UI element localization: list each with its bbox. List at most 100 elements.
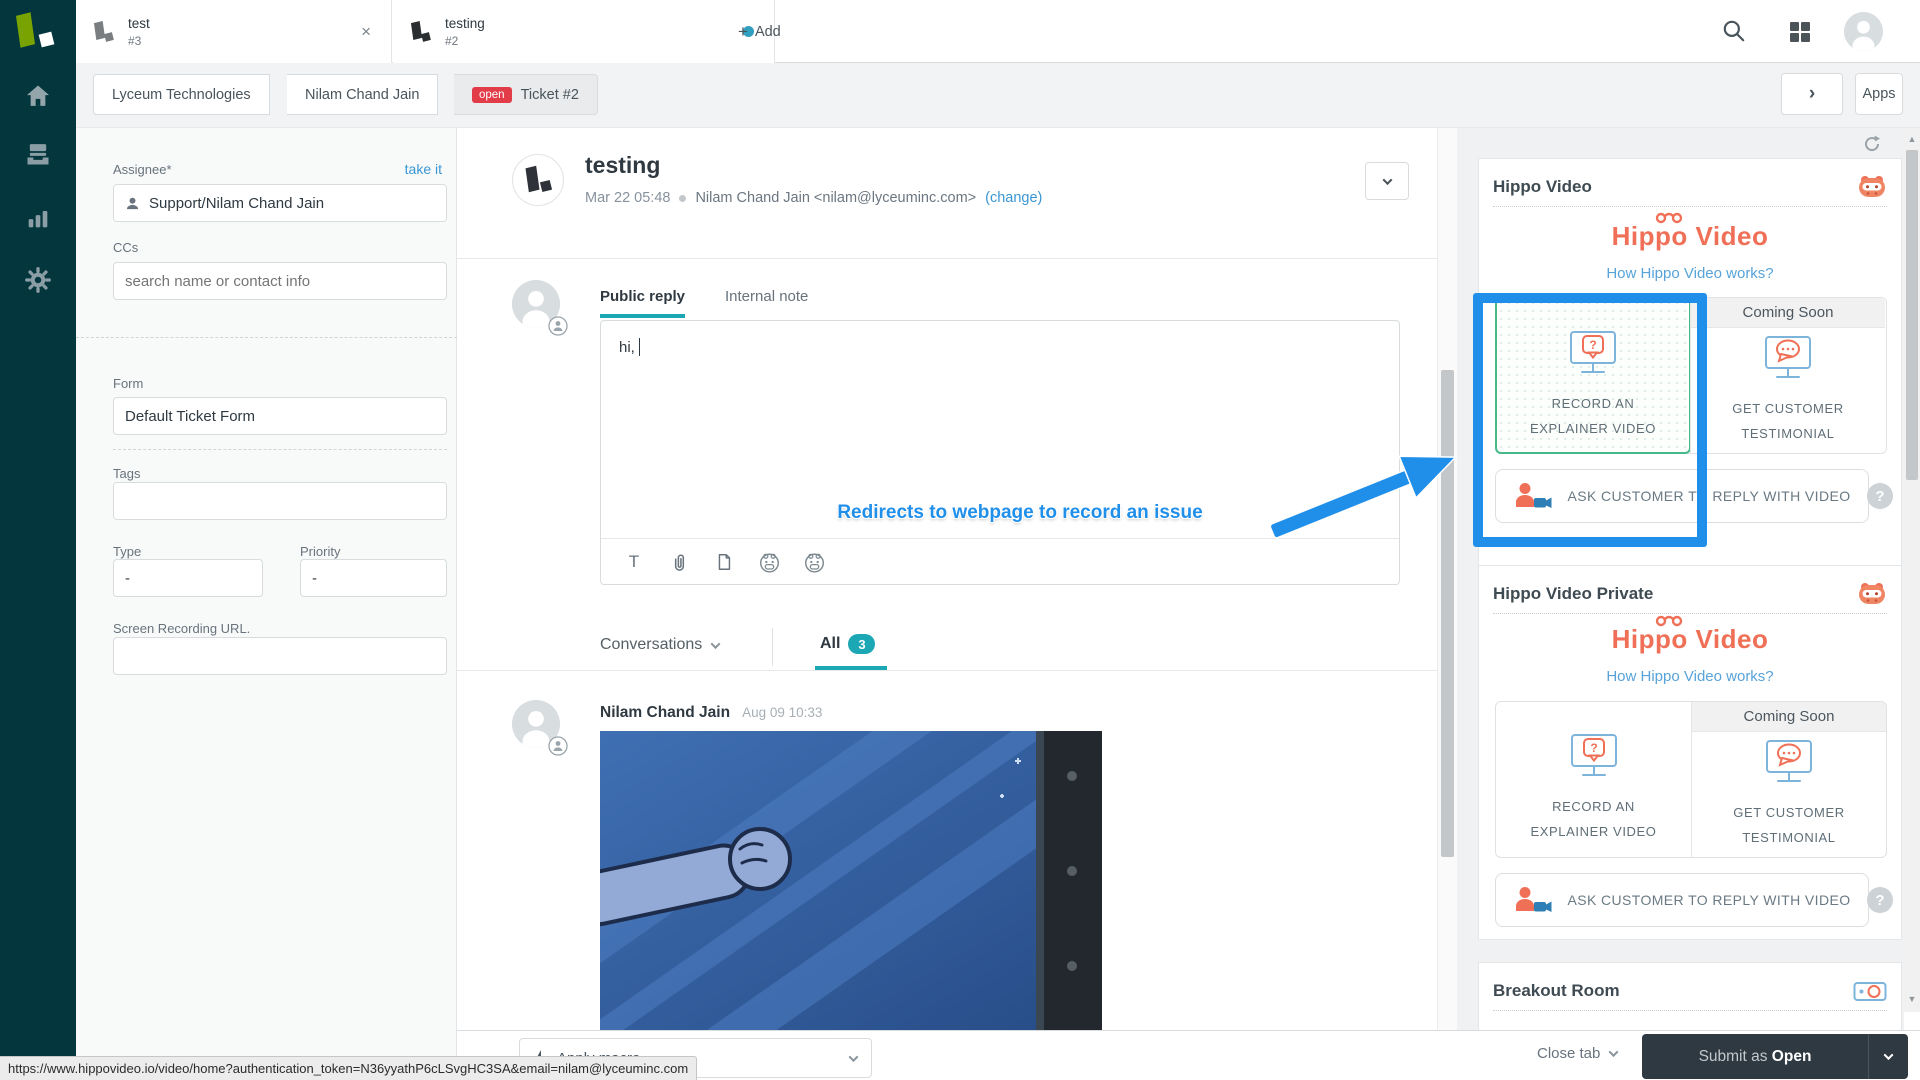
assignee-label: Assignee*	[113, 162, 172, 177]
how-it-works-link[interactable]: How Hippo Video works?	[1479, 265, 1901, 283]
ticket-date: Mar 22 05:48	[585, 190, 670, 206]
chevron-down-icon	[1884, 1050, 1894, 1060]
ticket-tab-test[interactable]: test #3 ×	[76, 0, 392, 63]
collapse-panel-button[interactable]: ›	[1781, 73, 1843, 115]
attachment-icon[interactable]	[664, 547, 694, 577]
form-select[interactable]: Default Ticket Form	[113, 397, 447, 435]
get-testimonial-card[interactable]: Coming Soon GET CUSTOMER TESTIMONIAL	[1690, 298, 1885, 453]
message-author: Nilam Chand Jain	[600, 704, 730, 722]
ticket-title: testing	[585, 152, 660, 179]
monitor-question-icon: ?	[1566, 730, 1622, 782]
apps-panel: Hippo Video Hippo Video	[1457, 128, 1904, 1030]
app-card-breakout-room: Breakout Room	[1478, 962, 1902, 1030]
product-logo[interactable]	[15, 11, 61, 55]
tab-internal-note[interactable]: Internal note	[725, 288, 808, 305]
requester-label: Nilam Chand Jain	[305, 87, 419, 103]
take-it-link[interactable]: take it	[405, 161, 442, 177]
search-icon[interactable]	[1721, 18, 1747, 49]
coming-soon-band: Coming Soon	[1692, 702, 1886, 732]
hippo-video-library-icon[interactable]	[799, 547, 829, 577]
status-badge: open	[472, 87, 512, 103]
document-icon[interactable]	[709, 547, 739, 577]
customer-badge-icon	[548, 736, 568, 756]
monitor-chat-icon	[1760, 332, 1816, 384]
type-label: Type	[113, 544, 141, 559]
submit-button[interactable]: Submit as Open	[1642, 1034, 1908, 1079]
divider	[772, 628, 773, 666]
help-icon[interactable]: ?	[1867, 483, 1893, 509]
chevron-down-icon	[1382, 175, 1392, 185]
message-image-attachment[interactable]	[600, 731, 1102, 1030]
screen-recording-label: Screen Recording URL.	[113, 621, 250, 636]
how-it-works-link[interactable]: How Hippo Video works?	[1479, 668, 1901, 686]
priority-value: -	[312, 570, 317, 587]
screen-recording-input[interactable]	[113, 637, 447, 675]
user-avatar[interactable]	[1844, 12, 1883, 51]
tab-public-reply[interactable]: Public reply	[600, 288, 685, 305]
apps-scrollbar[interactable]: ▲ ▼	[1904, 128, 1920, 1012]
scroll-up-icon[interactable]: ▲	[1904, 134, 1920, 144]
hippo-video-record-icon[interactable]	[754, 547, 784, 577]
app-title: Breakout Room	[1493, 981, 1620, 1001]
all-label: All	[820, 635, 840, 653]
close-tab-icon[interactable]: ×	[357, 22, 375, 42]
main-scrollbar[interactable]	[1437, 128, 1457, 1030]
tab-number: #3	[128, 34, 357, 48]
monitor-chat-icon	[1761, 736, 1817, 788]
ccs-input[interactable]	[113, 262, 447, 300]
ticket-label: Ticket #2	[521, 87, 579, 103]
draft-text: hi,	[619, 339, 635, 356]
status-url: https://www.hippovideo.io/video/home?aut…	[8, 1061, 688, 1076]
chevron-down-icon	[1609, 1047, 1619, 1057]
collapse-header-button[interactable]	[1365, 162, 1409, 200]
tab-title: testing	[445, 15, 743, 33]
annotation-text: Redirects to webpage to record an issue	[770, 502, 1270, 524]
admin-gear-icon[interactable]	[0, 266, 76, 294]
refresh-icon[interactable]	[1862, 134, 1882, 159]
ticket-meta: Mar 22 05:48 Nilam Chand Jain <nilam@lyc…	[585, 190, 1042, 206]
tab-title: test	[128, 15, 357, 33]
scroll-down-icon[interactable]: ▼	[1904, 994, 1920, 1004]
help-icon[interactable]: ?	[1867, 887, 1893, 913]
ask-customer-reply-button[interactable]: ASK CUSTOMER TO REPLY WITH VIDEO	[1495, 873, 1869, 927]
chevron-down-icon	[711, 639, 721, 649]
card-label: GET CUSTOMER	[1732, 396, 1843, 421]
change-requester-link[interactable]: (change)	[985, 190, 1042, 206]
logo-square	[39, 32, 55, 48]
get-testimonial-card[interactable]: Coming Soon GET CUSTOMER TESTIMONIAL	[1691, 702, 1886, 857]
priority-select[interactable]: -	[300, 559, 447, 597]
home-icon[interactable]	[0, 82, 76, 110]
views-icon[interactable]	[0, 140, 76, 168]
reports-icon[interactable]	[0, 204, 76, 232]
plus-icon: +	[738, 22, 748, 42]
ticket-tab-testing[interactable]: testing #2	[393, 0, 775, 63]
conversations-filter[interactable]: Conversations	[600, 636, 719, 654]
submit-options-toggle[interactable]	[1868, 1034, 1908, 1079]
close-tab-button[interactable]: Close tab	[1537, 1045, 1617, 1062]
breadcrumb-requester[interactable]: Nilam Chand Jain	[287, 74, 438, 115]
hippo-face-icon	[1857, 581, 1887, 607]
tags-input[interactable]	[113, 482, 447, 520]
record-explainer-card[interactable]: ? RECORD AN EXPLAINER VIDEO	[1496, 702, 1691, 857]
filter-all-tab[interactable]: All 3	[820, 634, 875, 654]
apps-toggle-button[interactable]: Apps	[1855, 73, 1903, 115]
annotation-highlight-box	[1473, 293, 1707, 547]
ask-label: ASK CUSTOMER TO REPLY WITH VIDEO	[1567, 892, 1850, 908]
breadcrumb-ticket[interactable]: open Ticket #2	[454, 74, 598, 115]
chevron-right-icon: ›	[1809, 83, 1815, 105]
app-card-hippo-video-private: Hippo Video Private Hippo Video	[1478, 565, 1902, 940]
text-format-icon[interactable]: T	[619, 547, 649, 577]
app-title: Hippo Video	[1493, 177, 1592, 197]
apps-grid-icon[interactable]	[1789, 21, 1811, 48]
hippo-face-icon	[1857, 174, 1887, 200]
ticket-main-area: testing Mar 22 05:48 Nilam Chand Jain <n…	[457, 128, 1437, 1030]
breadcrumb-org[interactable]: Lyceum Technologies	[93, 74, 270, 115]
add-tab-button[interactable]: + Add	[724, 14, 795, 50]
card-label: TESTIMONIAL	[1732, 421, 1843, 446]
conversations-label: Conversations	[600, 636, 702, 654]
logo-bar	[16, 12, 35, 47]
scrollbar-thumb[interactable]	[1906, 150, 1918, 480]
type-select[interactable]: -	[113, 559, 263, 597]
assignee-select[interactable]: Support/Nilam Chand Jain	[113, 184, 447, 222]
count-badge: 3	[848, 634, 875, 654]
